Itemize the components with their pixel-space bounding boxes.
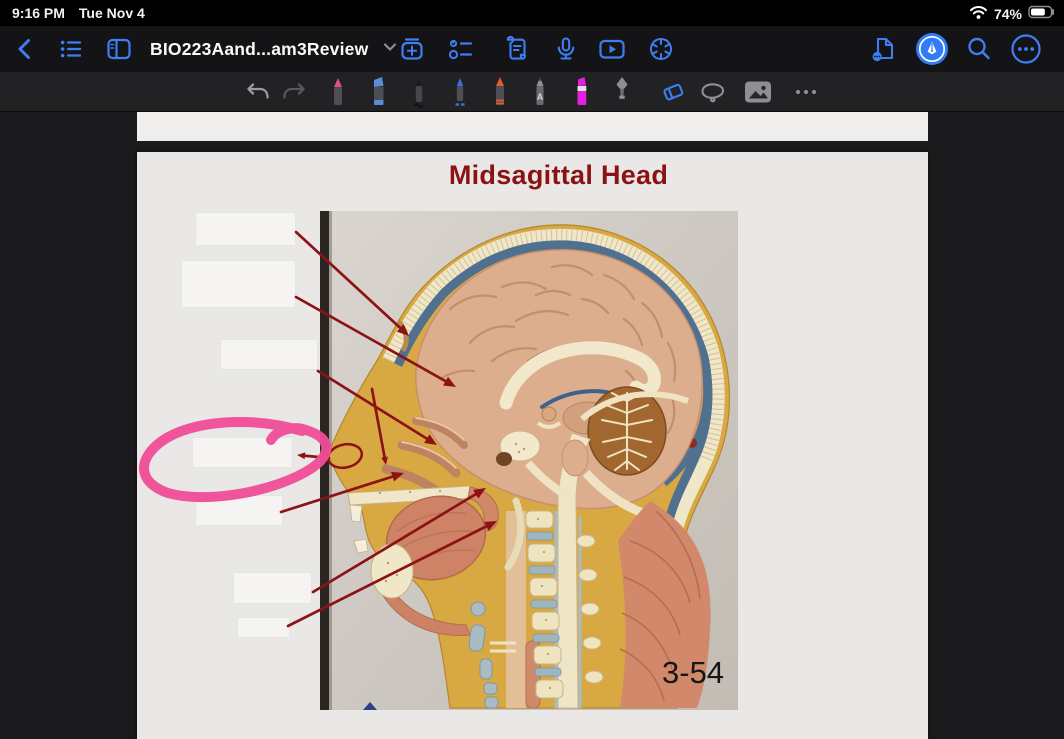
eraser-tool[interactable] — [656, 73, 690, 111]
svg-text:A: A — [537, 92, 544, 102]
pen-mode-icon[interactable] — [914, 31, 950, 67]
ai-assistant-icon[interactable] — [643, 31, 679, 67]
redo-button[interactable] — [277, 73, 311, 111]
clock-date: Tue Nov 4 — [78, 5, 145, 21]
label-box-blank — [182, 261, 295, 307]
nav-bar: BIO223Aand...am3Review — [0, 26, 1064, 72]
board-edge — [320, 211, 329, 710]
more-options-icon[interactable] — [1008, 31, 1044, 67]
lasso-tool[interactable] — [696, 73, 730, 111]
figure-number: 3-54 — [662, 655, 724, 690]
sidebar-pages-icon[interactable] — [101, 31, 137, 67]
more-tools-icon[interactable] — [789, 73, 823, 111]
checklist-icon[interactable] — [443, 31, 479, 67]
document-title[interactable]: BIO223Aand...am3Review — [150, 39, 368, 60]
label-box-blank — [196, 213, 295, 245]
nib-tool[interactable] — [605, 73, 639, 111]
image-tool[interactable] — [741, 73, 775, 111]
add-element-icon[interactable] — [394, 31, 430, 67]
page-title: Midsagittal Head — [448, 160, 669, 190]
highlighter-tool-blue[interactable] — [361, 73, 395, 111]
pencil-tool-letter[interactable]: A — [523, 73, 557, 111]
search-icon[interactable] — [961, 31, 997, 67]
previous-page-edge[interactable] — [137, 112, 928, 141]
clock-time: 9:16 PM — [12, 5, 65, 21]
status-bar: 9:16 PM Tue Nov 4 74% — [0, 0, 1064, 26]
back-button[interactable] — [7, 31, 43, 67]
marker-tool-magenta[interactable] — [564, 73, 598, 111]
wifi-icon — [969, 5, 988, 23]
pen-tool-black[interactable] — [402, 73, 436, 111]
label-box-blank — [238, 618, 289, 637]
templates-scroll-icon[interactable] — [498, 31, 534, 67]
label-box-blank — [193, 438, 292, 467]
label-box-blank — [221, 340, 317, 369]
battery-percent: 74% — [993, 5, 1022, 22]
microphone-icon[interactable] — [548, 31, 584, 67]
label-box-blank — [196, 496, 282, 525]
battery-icon — [1028, 4, 1056, 23]
outline-list-icon[interactable] — [53, 31, 89, 67]
anatomy-photo: 3-54 — [320, 211, 738, 710]
pen-toolbar: A — [0, 72, 1064, 112]
pen-tool-blue-dashed[interactable] — [443, 73, 477, 111]
present-play-icon[interactable] — [594, 31, 630, 67]
app-screen: 9:16 PM Tue Nov 4 74% BIO223Aand...am3Re… — [0, 0, 1064, 739]
marker-tool-orange[interactable] — [483, 73, 517, 111]
pen-tool-pink[interactable] — [321, 73, 355, 111]
undo-button[interactable] — [241, 73, 275, 111]
label-box-blank — [234, 573, 311, 603]
share-document-icon[interactable] — [866, 31, 902, 67]
